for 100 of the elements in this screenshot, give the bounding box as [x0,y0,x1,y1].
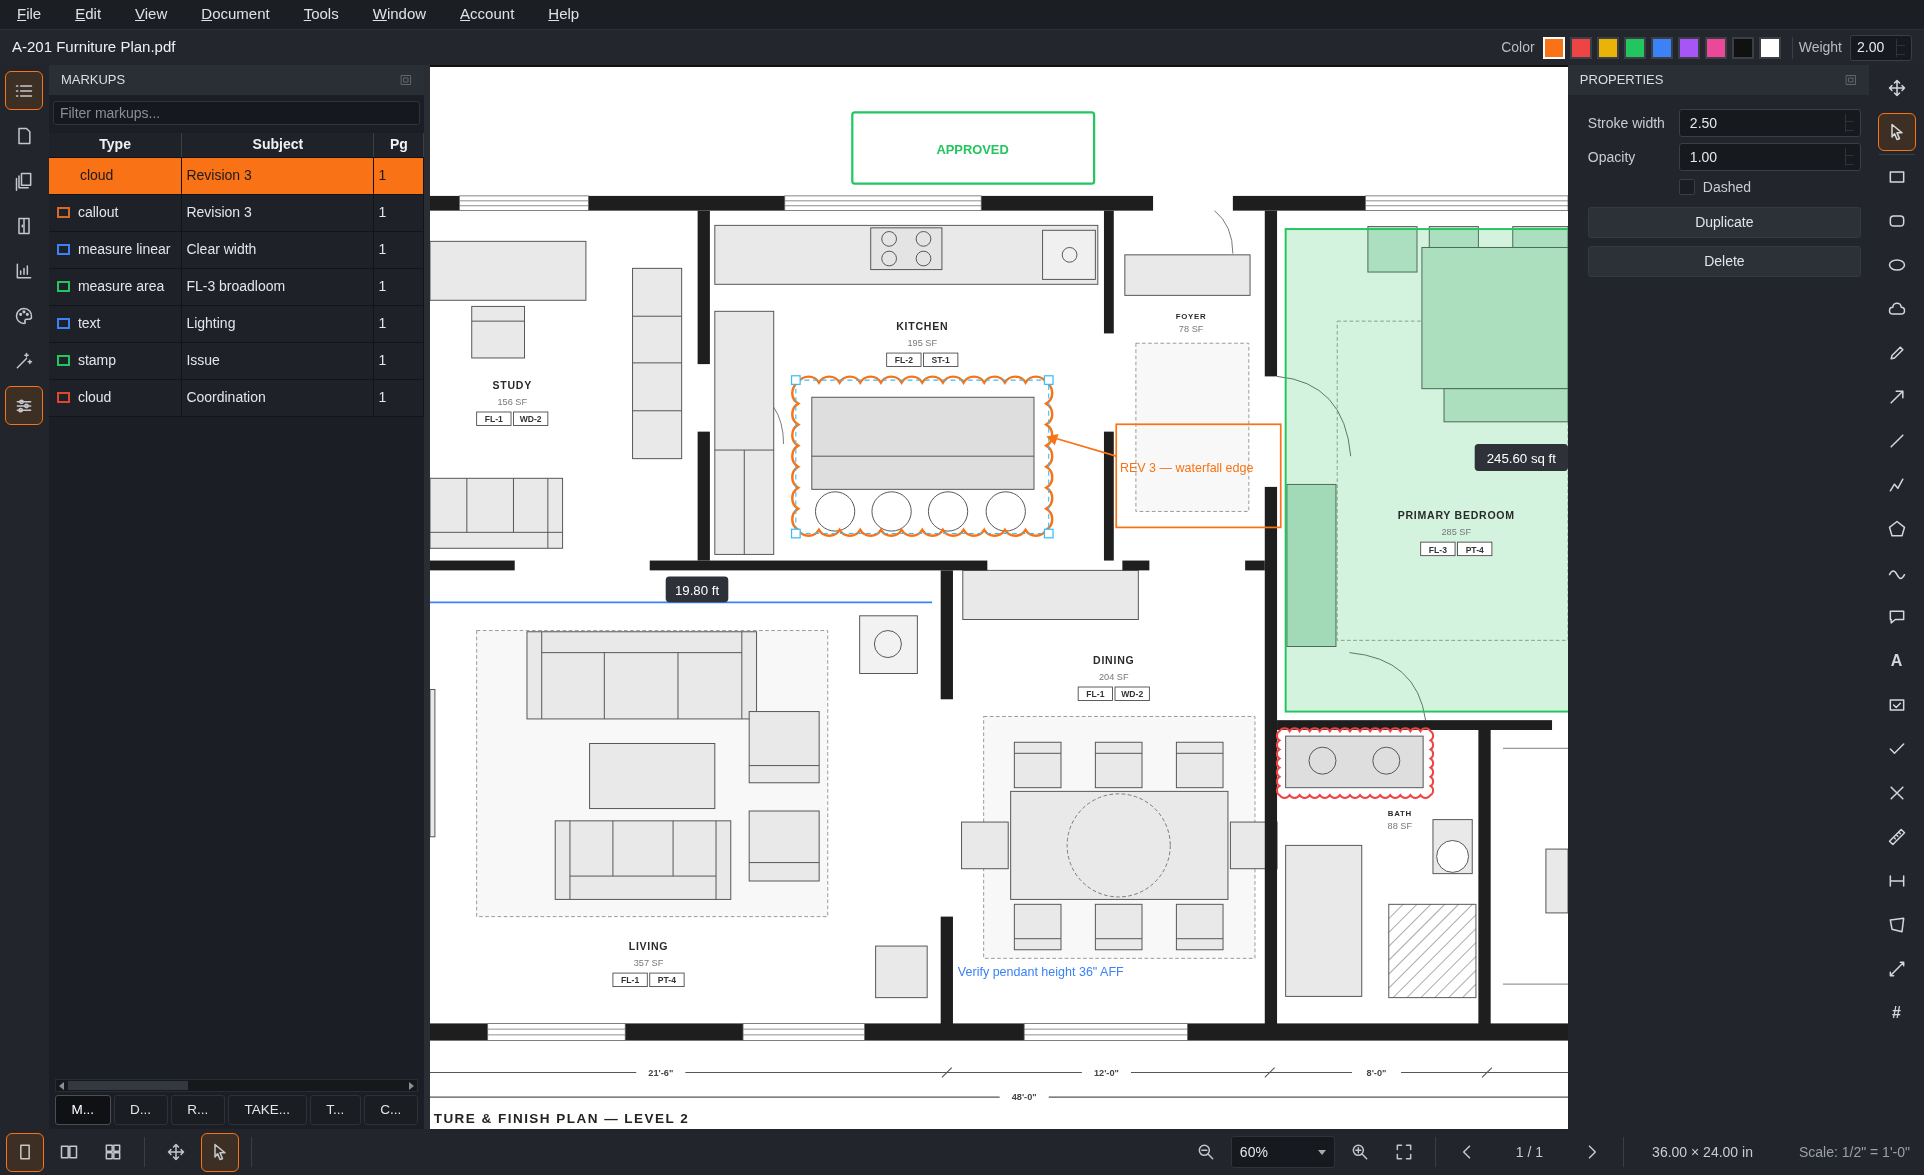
delete-button[interactable]: Delete [1587,246,1861,277]
markup-row[interactable]: measure linear Clear width 1 [48,231,424,268]
color-swatch[interactable] [1731,36,1754,59]
room-name: BATH [1387,808,1412,818]
ruler-icon [1886,827,1907,847]
markup-row[interactable]: text Lighting 1 [48,305,424,342]
table-cell: Clear width [181,231,374,268]
room-area: 285 SF [1441,526,1471,537]
single-page-view-button[interactable] [6,1132,44,1172]
panel-tab[interactable]: C... [363,1095,418,1125]
dining-chair [1175,741,1224,789]
markup-row[interactable]: callout Revision 3 1 [48,194,424,231]
color-swatch[interactable] [1623,36,1646,59]
list-button[interactable] [5,71,44,110]
field-label: Stroke width [1587,113,1666,133]
grid-icon [103,1142,123,1162]
cursor-button[interactable] [201,1132,239,1172]
table-cell: 1 [373,379,424,416]
room-name: DINING [1092,653,1135,666]
armchair [748,810,820,882]
stool [985,491,1026,532]
dining-chair [1094,903,1143,951]
color-swatch[interactable] [1758,36,1781,59]
color-swatch[interactable] [1677,36,1700,59]
revision-cloud[interactable] [1275,727,1434,799]
finish-tag: WD-2 [512,411,549,426]
color-swatch[interactable] [1569,36,1592,59]
dining-chair [1013,741,1062,789]
table-cell: Revision 3 [181,157,374,194]
checkbox[interactable] [1678,179,1695,195]
column-header[interactable]: Pg [373,133,424,157]
markup-row[interactable]: measure area FL-3 broadloom 1 [48,268,424,305]
menu-item[interactable]: Edit [75,0,102,30]
cursor-button[interactable] [1877,113,1916,151]
weight-field[interactable]: 2.00 [1850,34,1912,61]
room-area: 195 SF [907,337,937,348]
polygon-icon [1886,519,1907,539]
zoom-select[interactable]: 60% [1230,1136,1335,1168]
panel-tab[interactable]: D... [113,1095,168,1125]
nightstand [1367,226,1418,273]
room-name: FOYER [1175,311,1207,321]
table-cell: FL-3 broadloom [181,268,374,305]
move-icon [166,1142,186,1162]
menu-item[interactable]: Account [460,0,515,30]
panel-tab[interactable]: R... [170,1095,225,1125]
color-swatch[interactable] [1596,36,1619,59]
finish-tag: PT-4 [1456,541,1493,557]
measure-line[interactable] [429,601,933,604]
leader-arrow [1046,434,1117,458]
callout-box[interactable] [1115,423,1282,529]
restore-icon [399,74,412,86]
room-name: PRIMARY BEDROOM [1397,508,1515,521]
panel-tab[interactable]: T... [309,1095,361,1125]
menu-item[interactable]: Help [548,0,580,30]
table-cell: Issue [181,342,374,379]
room-area: 78 SF [1178,324,1204,335]
filter-field[interactable]: Filter markups... [52,101,420,125]
side-table [859,615,918,674]
table-cell: Revision 3 [181,194,374,231]
table-cell: cloud [77,389,112,405]
page-indicator: 1 / 1 [1514,1142,1545,1162]
table-cell: cloud [79,167,114,183]
note-text[interactable]: Verify pendant height 36" AFF [957,964,1124,979]
menu-item[interactable]: View [135,0,168,30]
dimension-label: 48'-0" [1011,1092,1037,1103]
menu-item[interactable]: File [17,0,42,30]
stool [814,491,856,532]
menu-item[interactable]: Window [372,0,427,30]
text-tool-button[interactable]: A [1877,642,1916,680]
room-area: 357 SF [633,957,664,968]
weight-label: Weight [1798,38,1842,57]
checkbox-label: Dashed [1702,177,1753,197]
count-tool-button[interactable]: # [1877,994,1916,1032]
sliders-button[interactable] [5,386,44,425]
number-field[interactable]: 2.50 [1678,109,1862,137]
finish-tag: FL-1 [612,972,648,987]
markup-row[interactable]: stamp Issue 1 [48,342,424,379]
number-field[interactable]: 1.00 [1678,143,1862,171]
table-cell: 1 [373,305,424,342]
menu-item[interactable]: Tools [303,0,339,30]
chair [471,305,525,359]
finish-tag: WD-2 [1114,686,1150,701]
document-title: A-201 Furniture Plan.pdf [12,37,176,58]
panel-tab[interactable]: M... [54,1095,111,1125]
color-swatch[interactable] [1650,36,1673,59]
duplicate-button[interactable]: Duplicate [1587,207,1861,238]
markup-row[interactable]: cloud Coordination 1 [48,379,424,416]
panel-tab[interactable]: TAKE... [227,1095,307,1125]
field-label: Opacity [1587,147,1637,167]
table-cell: 1 [373,231,424,268]
color-swatch[interactable] [1704,36,1727,59]
horizontal-scrollbar[interactable] [54,1079,418,1092]
menu-item[interactable]: Document [201,0,270,30]
dimension-label: 21'-6" [648,1067,674,1078]
column-header[interactable]: Type [48,133,182,157]
room-area: 156 SF [497,396,527,407]
palette-icon [14,305,35,326]
column-header[interactable]: Subject [181,133,374,157]
markup-row[interactable]: cloud Revision 3 1 [48,157,424,194]
finish-tag: FL-1 [1077,686,1113,701]
